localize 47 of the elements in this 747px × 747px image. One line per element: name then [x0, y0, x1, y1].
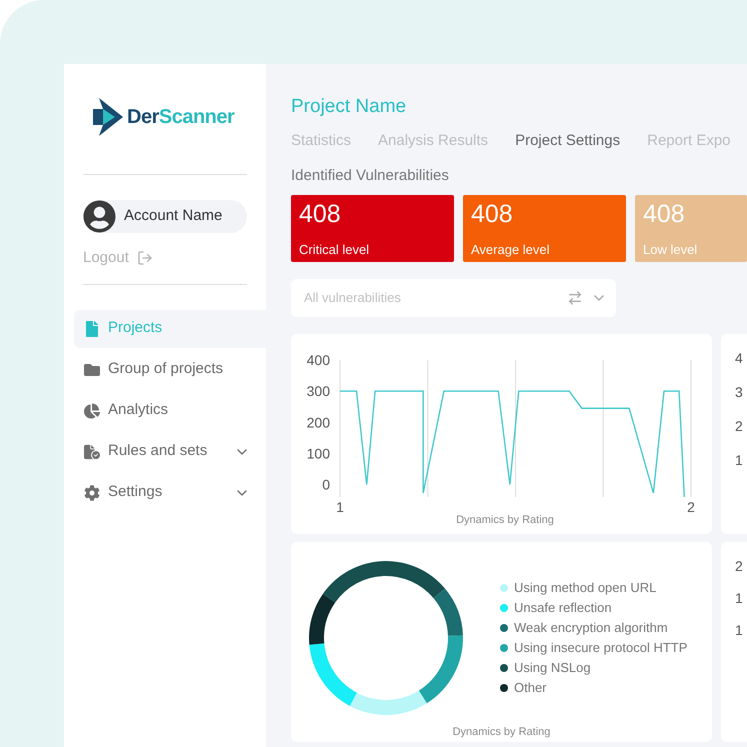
y-tick-label: 1: [735, 622, 744, 638]
logout-icon: [136, 250, 153, 266]
stat-label: Average level: [471, 241, 551, 259]
y-tick-label: 1: [735, 590, 744, 606]
y-tick-label: 3: [735, 384, 744, 400]
nav-item[interactable]: Settings: [74, 474, 266, 512]
folder-icon: [84, 362, 100, 378]
y-tick-label: 300: [306, 383, 330, 400]
y-tick-label: 400: [306, 352, 330, 368]
legend-label: Using NSLog: [514, 659, 591, 677]
swap-icon: [567, 290, 583, 306]
stat-label: Critical level: [299, 241, 370, 259]
file-icon: [84, 320, 100, 336]
settings-icon: [84, 484, 100, 500]
y-tick-label: 0: [322, 476, 330, 493]
logo-text: DerScanner: [127, 107, 234, 127]
legend-label: Using method open URL: [514, 579, 656, 597]
avatar-icon: [83, 200, 116, 233]
chart-caption: Dynamics by Rating: [452, 725, 550, 740]
stat-value: 408: [299, 199, 342, 230]
chart-caption: Dynamics by Rating: [456, 514, 554, 526]
nav-item[interactable]: Group of projects: [74, 350, 266, 388]
x-tick-label: 2: [687, 499, 695, 515]
y-tick-label: 4: [735, 350, 744, 366]
tab[interactable]: Project Settings: [515, 131, 620, 151]
logo-icon: [93, 98, 123, 136]
stat-value: 408: [643, 199, 686, 230]
account-pill[interactable]: Account Name: [83, 200, 247, 233]
section-title: Identified Vulnerabilities: [291, 166, 450, 186]
y-tick-label: 100: [306, 445, 330, 462]
y-tick-label: 2: [735, 418, 744, 434]
stat-label: Low level: [643, 241, 698, 259]
nav-item[interactable]: Rules and sets: [74, 432, 266, 470]
project-title: Project Name: [291, 95, 408, 119]
legend-label: Using insecure protocol HTTP: [514, 639, 688, 657]
nav-item[interactable]: Analytics: [74, 392, 266, 430]
stat-value: 408: [471, 199, 514, 230]
legend-label: Other: [514, 679, 547, 697]
checked-document-icon: [84, 444, 100, 460]
y-tick-label: 1: [735, 452, 744, 468]
y-tick-label: 2: [735, 558, 744, 574]
pie-chart-icon: [84, 402, 100, 418]
account-name: Account Name: [124, 206, 222, 226]
y-tick-label: 200: [306, 414, 330, 430]
x-tick-label: 1: [336, 499, 344, 515]
legend-label: Weak encryption algorithm: [514, 619, 668, 637]
legend-label: Unsafe reflection: [514, 599, 612, 617]
